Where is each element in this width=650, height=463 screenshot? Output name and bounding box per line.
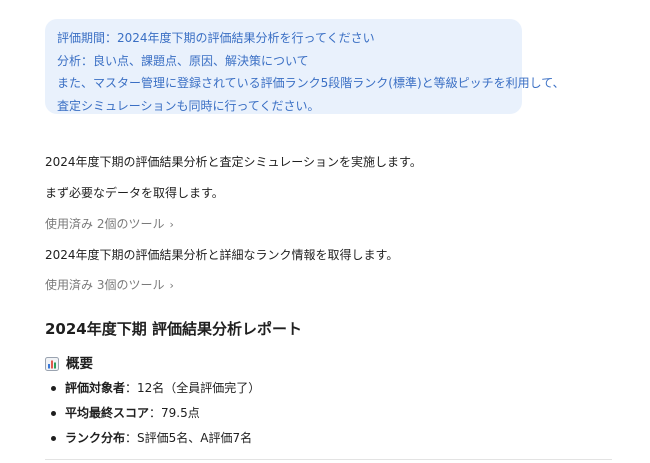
overview-title: 概要 bbox=[66, 356, 93, 372]
bullet-dot bbox=[51, 436, 56, 441]
chat-page: 評価期間：2024年度下期の評価結果分析を行ってください 分析：良い点、課題点、… bbox=[0, 0, 650, 463]
bullet-value: ：79.5点 bbox=[149, 406, 200, 420]
bullet-label: 平均最終スコア bbox=[65, 406, 150, 420]
bullet-dot bbox=[51, 386, 56, 391]
tools-used-toggle-2[interactable]: 使用済み 3個のツール › bbox=[45, 277, 174, 294]
assistant-intro-text: 2024年度下期の評価結果分析と査定シミュレーションを実施します。 bbox=[45, 155, 422, 169]
bullet-dot bbox=[51, 411, 56, 416]
tools-used-toggle-1[interactable]: 使用済み 2個のツール › bbox=[45, 216, 174, 233]
user-message-line: 評価期間：2024年度下期の評価結果分析を行ってください bbox=[57, 31, 375, 45]
user-message-line: 査定シミュレーションも同時に行ってください。 bbox=[57, 98, 320, 113]
report-title: 2024年度下期 評価結果分析レポート bbox=[45, 320, 302, 338]
bullet-label: 評価対象者 bbox=[65, 381, 126, 395]
tools-used-label: 使用済み 3個のツール bbox=[45, 278, 165, 292]
overview-list: 評価対象者：12名（全員評価完了） 平均最終スコア：79.5点 ランク分布：S評… bbox=[45, 376, 260, 451]
user-message-bubble: 評価期間：2024年度下期の評価結果分析を行ってください 分析：良い点、課題点、… bbox=[45, 19, 565, 114]
assistant-step2-text: 2024年度下期の評価結果分析と詳細なランク情報を取得します。 bbox=[45, 248, 399, 262]
tools-used-label: 使用済み 2個のツール bbox=[45, 217, 165, 231]
list-item: 評価対象者：12名（全員評価完了） bbox=[45, 376, 260, 401]
user-message-line: 分析：良い点、課題点、原因、解決策について bbox=[57, 53, 309, 68]
overview-heading: 概要 bbox=[45, 355, 93, 373]
chevron-right-icon: › bbox=[169, 279, 174, 292]
assistant-step1-text: まず必要なデータを取得します。 bbox=[45, 186, 224, 200]
section-divider bbox=[45, 459, 612, 460]
list-item: 平均最終スコア：79.5点 bbox=[45, 401, 260, 426]
chevron-right-icon: › bbox=[169, 218, 174, 231]
bar-chart-icon bbox=[45, 357, 59, 371]
user-message-line: また、マスター管理に登録されている評価ランク5段階ランク(標準)と等級ピッチを利… bbox=[57, 76, 565, 90]
bullet-value: ：S評価5名、A評価7名 bbox=[125, 431, 253, 445]
list-item: ランク分布：S評価5名、A評価7名 bbox=[45, 426, 260, 451]
bullet-value: ：12名（全員評価完了） bbox=[125, 381, 261, 395]
bullet-label: ランク分布 bbox=[65, 431, 126, 445]
